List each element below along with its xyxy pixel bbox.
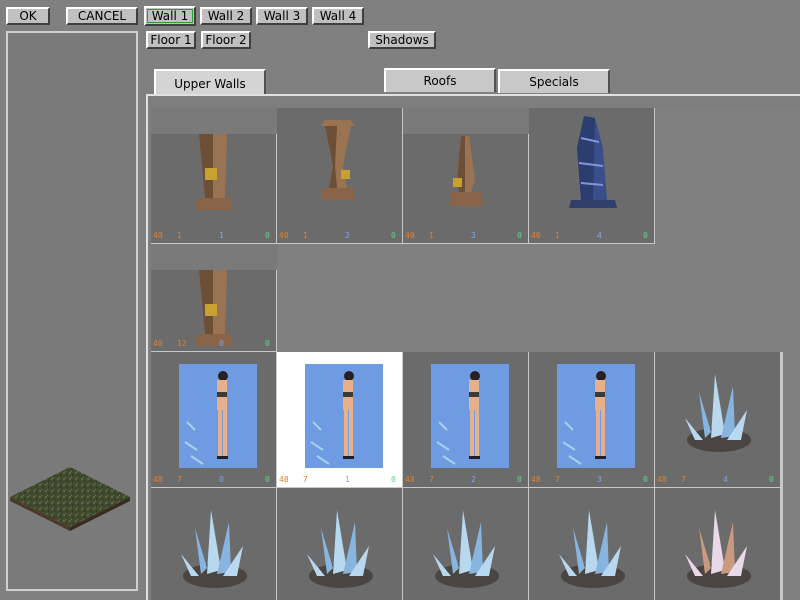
tile-index-d: 0 xyxy=(391,475,396,484)
floor-2-button[interactable]: Floor 2 xyxy=(201,31,251,49)
tab-upper-walls[interactable]: Upper Walls xyxy=(154,69,266,97)
tile-cell[interactable]: 48 7 1 0 xyxy=(277,352,403,488)
tile-index-a: 48 xyxy=(405,475,415,484)
tile-index-c: 3 xyxy=(471,231,476,240)
wall-1-button[interactable]: Wall 1 xyxy=(144,6,196,26)
tile-index-a: 40 xyxy=(153,339,163,348)
wall-4-button[interactable]: Wall 4 xyxy=(312,7,364,25)
tile-index-d: 0 xyxy=(265,231,270,240)
tile-index-d: 0 xyxy=(517,475,522,484)
tile-index-b: 1 xyxy=(303,231,308,240)
tile-index-label: 48 7 1 0 xyxy=(279,475,399,485)
tile-index-b: 7 xyxy=(429,475,434,484)
preview-floor-tile xyxy=(10,467,130,531)
tile-index-a: 40 xyxy=(405,231,415,240)
tile-index-d: 0 xyxy=(643,231,648,240)
tile-index-d: 0 xyxy=(265,339,270,348)
tile-index-b: 1 xyxy=(177,231,182,240)
tile-index-c: 0 xyxy=(219,475,224,484)
tile-cell[interactable] xyxy=(151,488,277,600)
tile-index-c: 4 xyxy=(723,475,728,484)
tile-grid: 40 1 1 0 40 1 2 0 40 1 3 0 40 1 4 0 40 12 0 0 48 7 0 0 48 7 1 0 48 7 2… xyxy=(151,108,800,600)
tile-index-b: 12 xyxy=(177,339,187,348)
crystal-sprite xyxy=(559,510,625,588)
tile-index-label: 40 1 1 0 xyxy=(153,231,273,241)
tile-index-a: 48 xyxy=(153,475,163,484)
tile-index-a: 48 xyxy=(279,475,289,484)
floor-1-button[interactable]: Floor 1 xyxy=(146,31,196,49)
tile-index-label: 40 12 0 0 xyxy=(153,339,273,349)
tab-specials[interactable]: Specials xyxy=(498,69,610,93)
tile-cell[interactable]: 40 1 4 0 xyxy=(529,108,655,244)
tile-index-c: 1 xyxy=(345,475,350,484)
tile-cell[interactable]: 40 12 0 0 xyxy=(151,244,277,352)
pillar-urn-sprite xyxy=(321,120,355,200)
tile-cell[interactable]: 48 7 3 0 xyxy=(529,352,655,488)
tile-index-c: 0 xyxy=(219,339,224,348)
wall-3-button[interactable]: Wall 3 xyxy=(256,7,308,25)
tile-index-a: 40 xyxy=(153,231,163,240)
tile-cell[interactable] xyxy=(655,488,781,600)
tile-index-label: 40 1 4 0 xyxy=(531,231,651,241)
crystal-sprite xyxy=(307,510,373,588)
photo-sprite xyxy=(557,364,635,468)
crystal-warm-sprite xyxy=(685,510,751,588)
photo-sprite xyxy=(431,364,509,468)
tile-cell[interactable]: 40 1 3 0 xyxy=(403,108,529,244)
tile-index-c: 1 xyxy=(219,231,224,240)
tile-index-b: 7 xyxy=(681,475,686,484)
tile-index-c: 2 xyxy=(345,231,350,240)
tile-index-a: 40 xyxy=(531,231,541,240)
tile-cell[interactable] xyxy=(529,488,655,600)
pillar-blue-sprite xyxy=(569,116,617,208)
tile-index-label: 48 7 3 0 xyxy=(531,475,651,485)
tile-index-a: 48 xyxy=(531,475,541,484)
tile-index-label: 48 7 4 0 xyxy=(657,475,777,485)
tile-index-a: 48 xyxy=(657,475,667,484)
photo-sprite xyxy=(179,364,257,468)
shadows-button[interactable]: Shadows xyxy=(368,31,436,49)
tile-cell[interactable]: 40 1 1 0 xyxy=(151,108,277,244)
ok-button[interactable]: OK xyxy=(6,7,50,25)
tile-cell[interactable]: 40 1 2 0 xyxy=(277,108,403,244)
tile-cell[interactable] xyxy=(277,488,403,600)
tile-index-d: 0 xyxy=(517,231,522,240)
crystal-sprite xyxy=(433,510,499,588)
tile-index-label: 48 7 0 0 xyxy=(153,475,273,485)
tile-index-b: 1 xyxy=(429,231,434,240)
cancel-button[interactable]: CANCEL xyxy=(66,7,138,25)
tile-cell[interactable]: 48 7 2 0 xyxy=(403,352,529,488)
tile-index-b: 1 xyxy=(555,231,560,240)
tile-cell[interactable]: 48 7 4 0 xyxy=(655,352,781,488)
pillar-small-sprite xyxy=(403,108,529,206)
tile-index-d: 0 xyxy=(265,475,270,484)
tile-preview-panel xyxy=(6,31,138,591)
tile-index-b: 7 xyxy=(555,475,560,484)
tile-index-label: 40 1 3 0 xyxy=(405,231,525,241)
tile-index-c: 2 xyxy=(471,475,476,484)
tile-index-d: 0 xyxy=(391,231,396,240)
tile-cell[interactable] xyxy=(403,488,529,600)
tile-cell[interactable]: 48 7 0 0 xyxy=(151,352,277,488)
tile-index-a: 40 xyxy=(279,231,289,240)
tile-index-b: 7 xyxy=(177,475,182,484)
tile-index-label: 40 1 2 0 xyxy=(279,231,399,241)
tile-index-d: 0 xyxy=(643,475,648,484)
tile-index-label: 48 7 2 0 xyxy=(405,475,525,485)
photo-sprite xyxy=(305,364,383,468)
tab-roofs[interactable]: Roofs xyxy=(384,68,496,92)
crystal-sprite xyxy=(181,510,247,588)
tile-index-d: 0 xyxy=(769,475,774,484)
grid-scroll-edge xyxy=(780,352,783,600)
tile-index-c: 3 xyxy=(597,475,602,484)
tile-index-c: 4 xyxy=(597,231,602,240)
wall-2-button[interactable]: Wall 2 xyxy=(200,7,252,25)
pillar-wood-sprite xyxy=(151,108,277,210)
crystal-sprite xyxy=(685,374,751,452)
tile-index-b: 7 xyxy=(303,475,308,484)
